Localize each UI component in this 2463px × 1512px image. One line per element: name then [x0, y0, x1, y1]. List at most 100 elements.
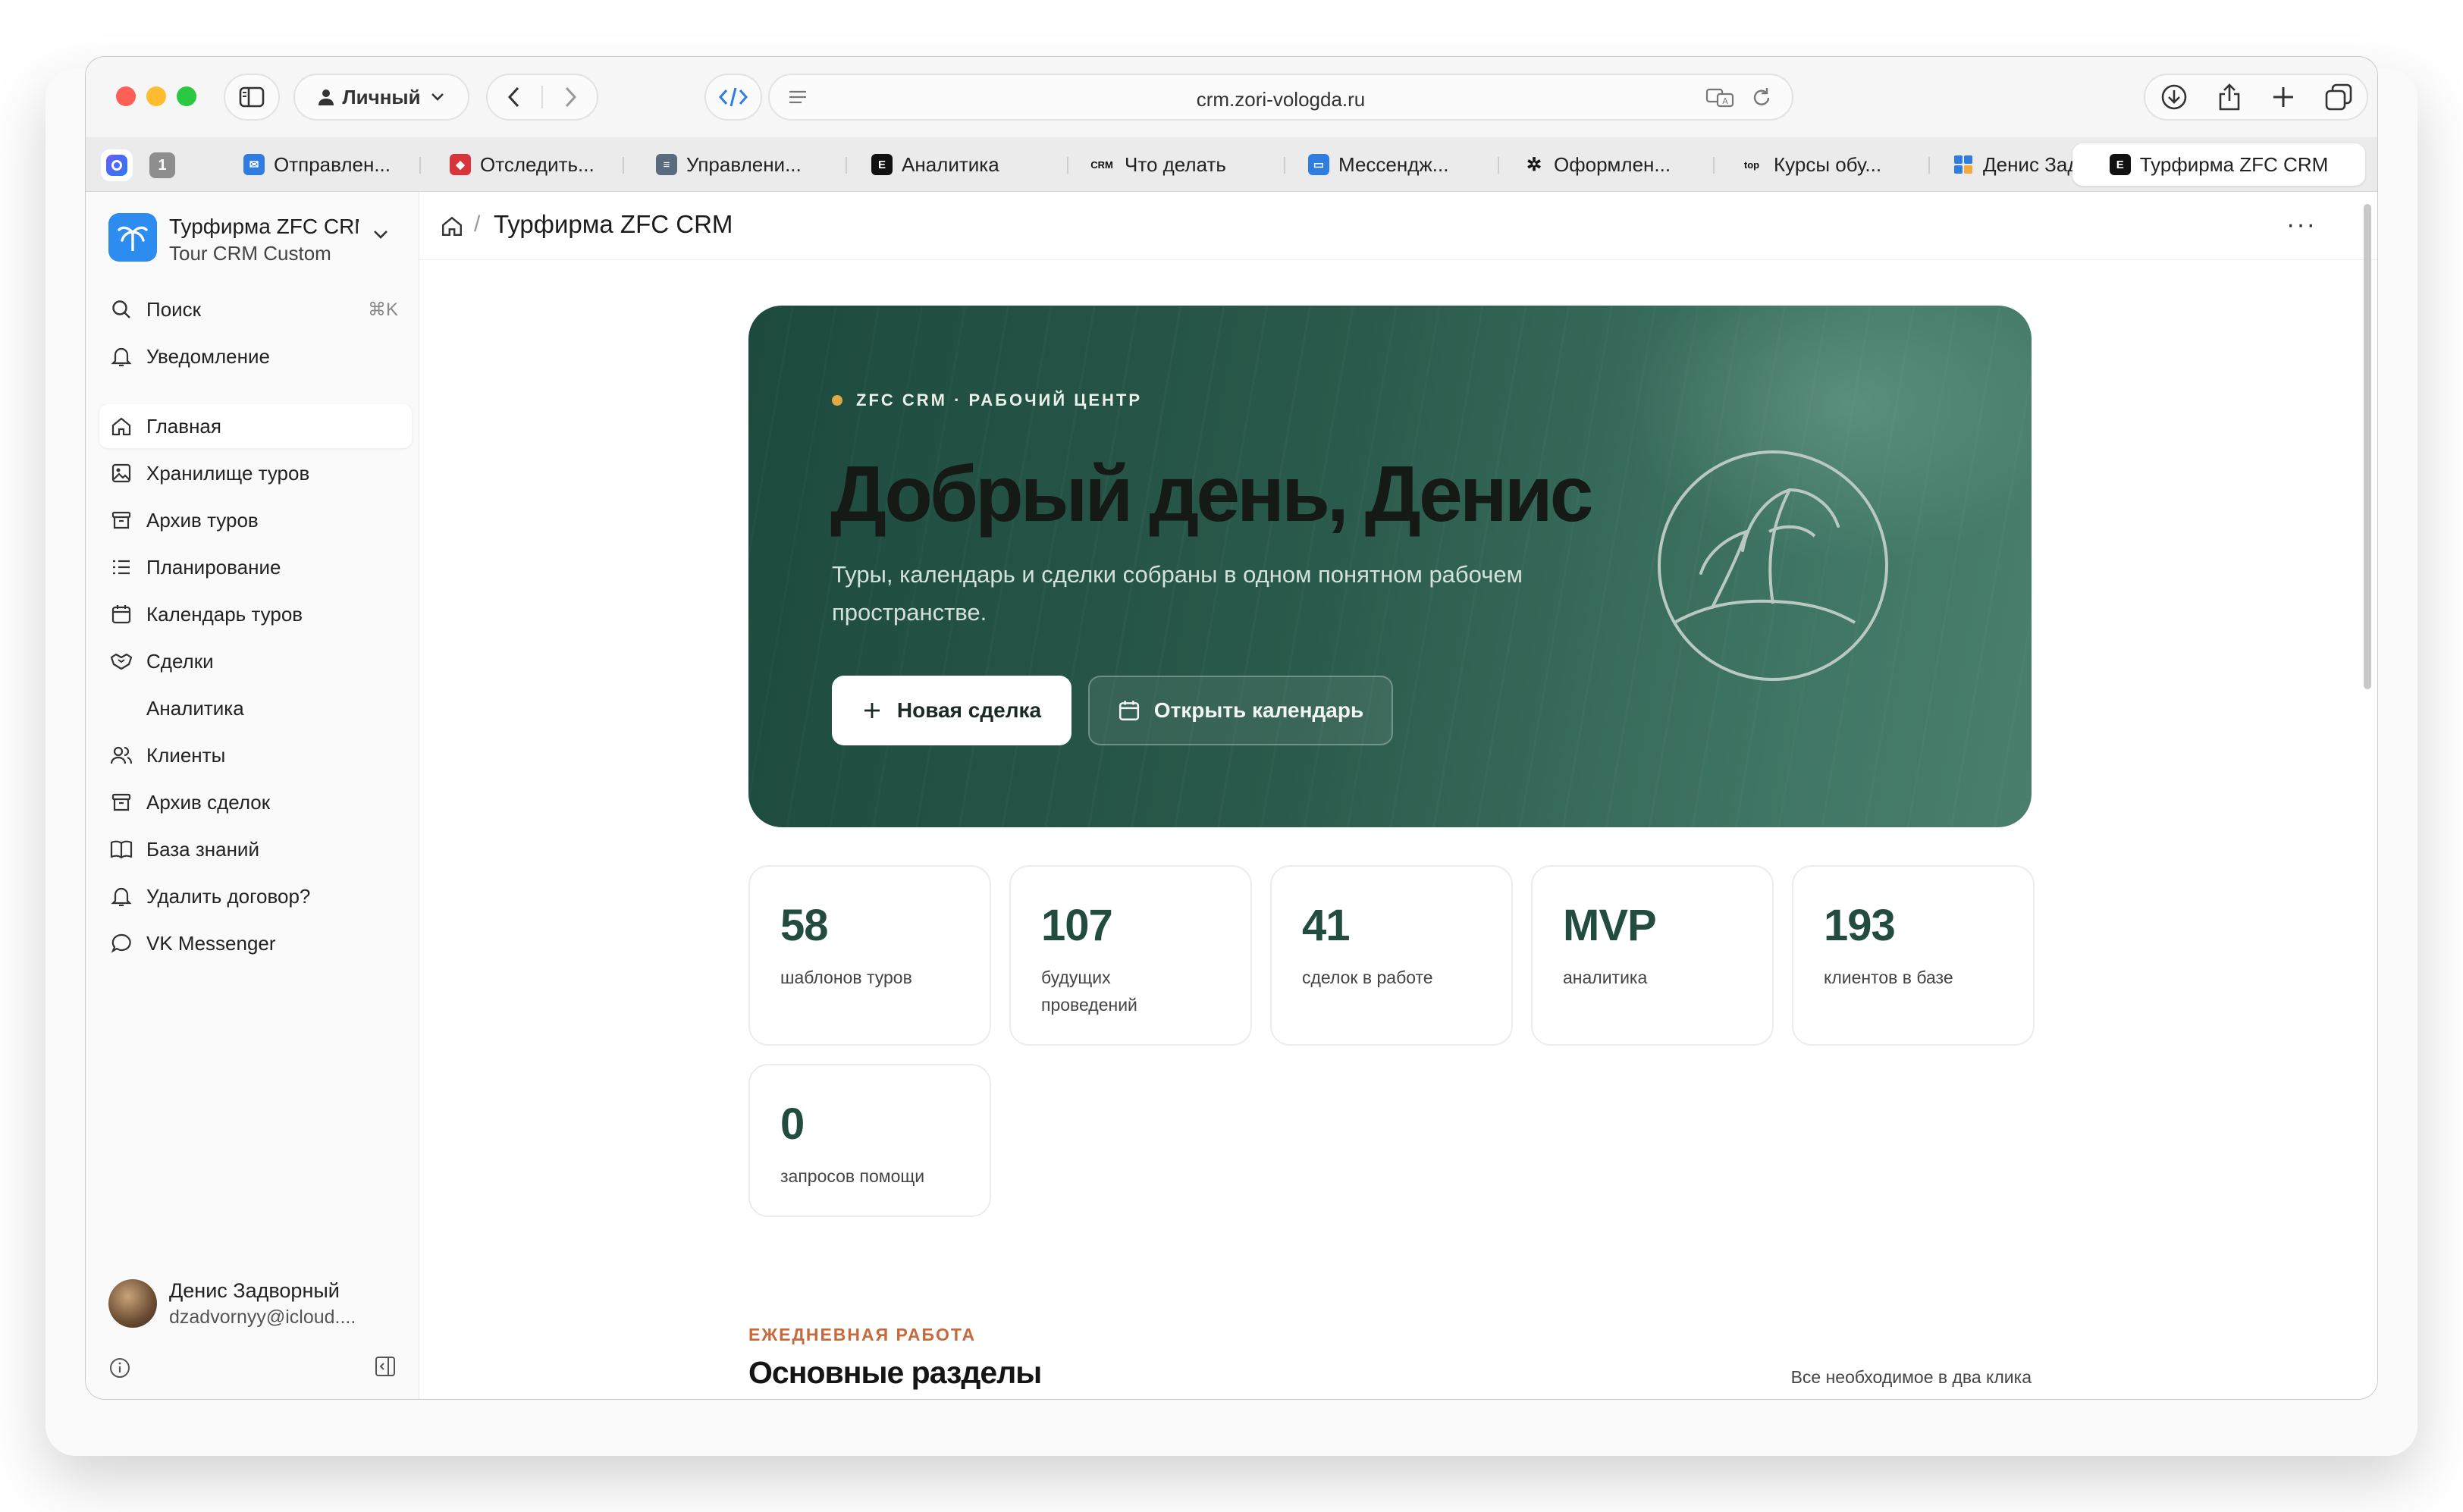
image-icon [110, 462, 133, 485]
download-icon[interactable] [2160, 83, 2188, 111]
e-icon: E [871, 154, 893, 175]
sidebar-item-label: Архив сделок [146, 790, 271, 814]
new-tab-icon[interactable] [2271, 85, 2295, 109]
home-icon[interactable] [441, 215, 463, 237]
palm-island-emblem-icon [1658, 450, 1888, 681]
stat-label: запросов помощи [780, 1166, 925, 1186]
page-header: / Турфирма ZFC CRM ··· [419, 192, 2377, 260]
sidebar-item-deals[interactable]: Сделки [99, 639, 412, 683]
close-window-button[interactable] [116, 86, 136, 106]
page-title: Турфирма ZFC CRM [494, 210, 733, 238]
history-nav [486, 74, 598, 121]
nav-divider [541, 86, 543, 108]
tab-track[interactable]: ◆ Отследить... [450, 143, 613, 186]
tab-todo[interactable]: CRM Что делать [1088, 143, 1255, 186]
sidebar-search[interactable]: Поиск ⌘K [99, 287, 412, 331]
sidebar-item-analytics[interactable]: Аналитика [99, 686, 412, 730]
grid-icon [1953, 154, 1974, 175]
open-calendar-label: Открыть календарь [1153, 698, 1364, 722]
stat-card[interactable]: 58 шаблонов туров [748, 865, 991, 1046]
minimize-window-button[interactable] [146, 86, 166, 106]
sidebar-item-label: Сделки [146, 649, 214, 673]
stat-value: 193 [1824, 901, 1896, 950]
back-arrow-icon[interactable] [507, 86, 522, 108]
calendar-icon [1119, 701, 1139, 721]
sidebar-item-label: Главная [146, 414, 221, 438]
forward-arrow-icon[interactable] [563, 86, 578, 108]
chevron-down-icon [374, 231, 387, 239]
notifications-label: Уведомление [146, 344, 270, 368]
search-label: Поиск [146, 297, 202, 321]
stat-card[interactable]: 41 сделок в работе [1270, 865, 1513, 1046]
globe-icon: ≡ [656, 154, 677, 175]
info-icon[interactable] [108, 1357, 131, 1379]
reload-icon[interactable] [1751, 86, 1772, 109]
pinned-tab-badge[interactable]: 1 [149, 152, 175, 178]
list-icon [110, 556, 133, 579]
workspace-switcher[interactable]: Турфирма ZFC CRM Tour CRM Custom [108, 212, 397, 265]
search-shortcut: ⌘K [367, 299, 398, 320]
tab-label: Курсы обу... [1774, 152, 1882, 176]
breadcrumb-separator: / [474, 212, 481, 237]
user-email: dzadvornyy@icloud.... [169, 1307, 356, 1328]
share-icon[interactable] [2217, 83, 2242, 111]
crm-icon: CRM [1090, 158, 1113, 171]
sidebar-item-label: Удалить договор? [146, 884, 311, 908]
user-profile[interactable]: Денис Задворный dzadvornyy@icloud.... [108, 1278, 397, 1331]
hero-banner: ZFC CRM · РАБОЧИЙ ЦЕНТР Добрый день, Ден… [748, 306, 2032, 827]
tab-sent[interactable]: ✉ Отправлен... [243, 143, 410, 186]
mail-icon: ✉ [243, 154, 265, 175]
tab-checkout[interactable]: ✲ Оформлен... [1523, 143, 1687, 186]
stat-value: MVP [1563, 901, 1657, 950]
chat-icon: ▭ [1308, 154, 1329, 175]
collapse-sidebar-icon[interactable] [374, 1355, 397, 1378]
sidebar-toggle-button[interactable] [224, 74, 280, 121]
sidebar-item-tour-storage[interactable]: Хранилище туров [99, 451, 412, 495]
new-deal-button[interactable]: Новая сделка [832, 676, 1071, 745]
dev-tools-button[interactable] [704, 74, 762, 121]
sidebar-item-tour-archive[interactable]: Архив туров [99, 498, 412, 542]
sidebar-item-clients[interactable]: Клиенты [99, 733, 412, 777]
stat-value: 0 [780, 1099, 805, 1149]
sidebar-notifications[interactable]: Уведомление [99, 334, 412, 378]
tab-bar: 1 ✉ Отправлен... ◆ Отследить... ≡ Управлени… [86, 137, 2377, 192]
sidebar-item-vk-messenger[interactable]: VK Messenger [99, 921, 412, 965]
greeting-title: Добрый день, Денис [830, 450, 1593, 538]
stat-label: клиентов в базе [1824, 968, 1953, 987]
stat-card[interactable]: 0 запросов помощи [748, 1064, 991, 1217]
zoom-window-button[interactable] [177, 86, 196, 106]
stat-label: аналитика [1563, 968, 1648, 987]
pinned-tab[interactable] [101, 149, 133, 181]
open-calendar-button[interactable]: Открыть календарь [1088, 676, 1393, 745]
sidebar-item-deal-archive[interactable]: Архив сделок [99, 780, 412, 824]
tab-overview-icon[interactable] [2325, 83, 2352, 111]
more-options-icon[interactable]: ··· [2286, 210, 2317, 240]
sidebar-item-home[interactable]: Главная [99, 404, 412, 448]
stat-card[interactable]: MVP аналитика [1531, 865, 1774, 1046]
sidebar-item-label: VK Messenger [146, 931, 276, 955]
tab-label: Отправлен... [274, 152, 391, 176]
sidebar-item-tour-calendar[interactable]: Календарь туров [99, 592, 412, 636]
tab-manage[interactable]: ≡ Управлени... [656, 143, 824, 186]
stat-card[interactable]: 107 будущих проведений [1009, 865, 1252, 1046]
sidebar-item-delete-contract[interactable]: Удалить договор? [99, 874, 412, 918]
scrollbar[interactable] [2364, 204, 2371, 689]
tab-active-crm[interactable]: E Турфирма ZFC CRM [2072, 143, 2365, 186]
translate-icon[interactable]: A [1705, 86, 1736, 109]
section-note: Все необходимое в два клика [1790, 1367, 2032, 1387]
browser-toolbar: Личный crm.zori-vologda.ru A [86, 57, 2377, 137]
tab-courses[interactable]: top Курсы обу... [1739, 143, 1910, 186]
sidebar-item-planning[interactable]: Планирование [99, 545, 412, 589]
sidebar-item-label: Аналитика [146, 696, 244, 720]
book-icon [110, 838, 133, 861]
stat-card[interactable]: 193 клиентов в базе [1792, 865, 2035, 1046]
sidebar-item-knowledge-base[interactable]: База знаний [99, 827, 412, 871]
workspace-subtitle: Tour CRM Custom [169, 242, 331, 265]
profile-button[interactable]: Личный [293, 74, 469, 121]
chevron-down-icon [431, 93, 444, 101]
tab-label: Турфирма ZFC CRM [2139, 152, 2329, 176]
tab-label: Отследить... [480, 152, 595, 176]
tab-analytics[interactable]: E Аналитика [871, 143, 1038, 186]
tab-messenger[interactable]: ▭ Мессендж... [1308, 143, 1483, 186]
address-bar[interactable]: crm.zori-vologda.ru A [768, 74, 1793, 121]
